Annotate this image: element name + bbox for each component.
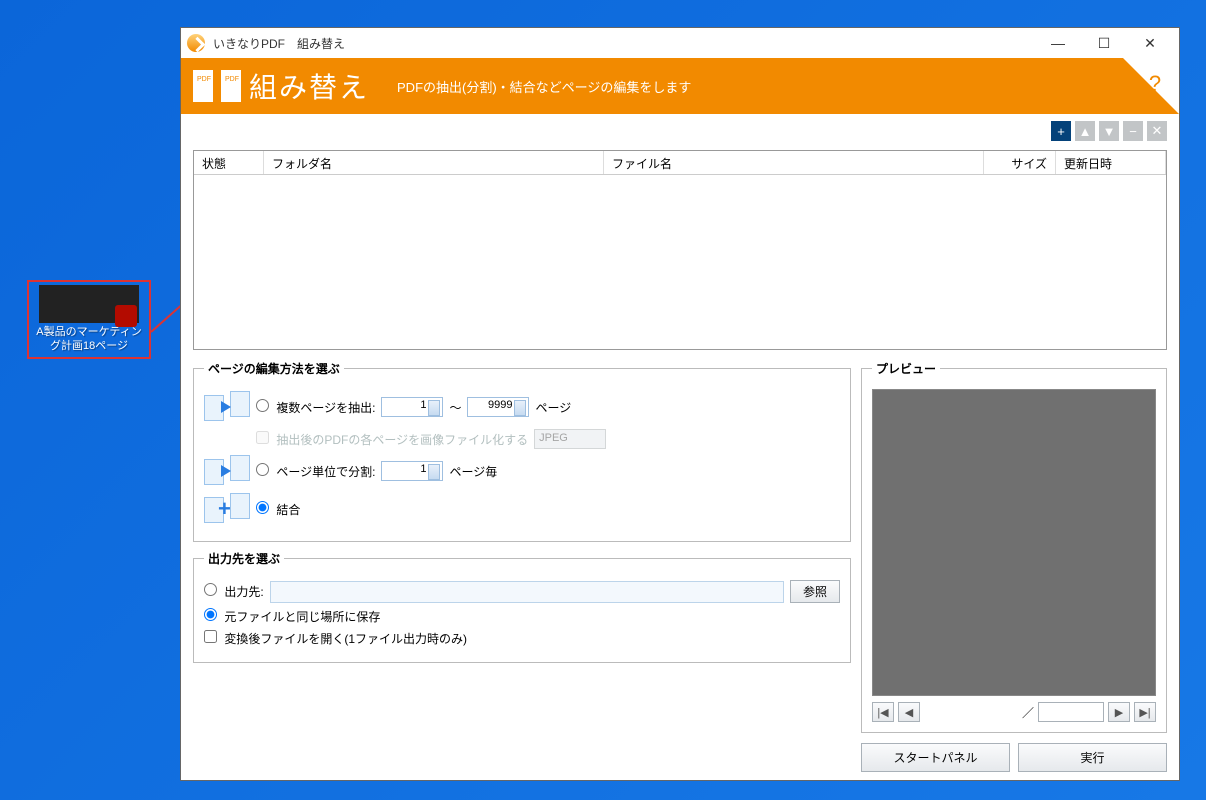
file-list-table[interactable]: 状態 フォルダ名 ファイル名 サイズ 更新日時 bbox=[193, 150, 1167, 350]
header-subtitle: PDFの抽出(分割)・結合などページの編集をします bbox=[397, 77, 691, 96]
output-group: 出力先を選ぶ 出力先: 参照 元ファイルと同じ場所に保存 変換後ファイルを開く(… bbox=[193, 550, 851, 663]
titlebar: いきなりPDF 組み替え — ☐ ✕ bbox=[181, 28, 1179, 58]
extract-from-input[interactable]: 1 bbox=[381, 397, 443, 417]
pdf-thumbnail-icon bbox=[39, 285, 139, 323]
merge-radio[interactable]: 結合 bbox=[256, 501, 300, 518]
svg-text:PDF: PDF bbox=[197, 76, 211, 83]
prev-page-button[interactable]: ◀ bbox=[898, 702, 920, 722]
minimize-button[interactable]: — bbox=[1035, 28, 1081, 58]
desktop-file-label: A製品のマーケティング計画18ページ bbox=[32, 325, 146, 354]
split-radio[interactable]: ページ単位で分割: bbox=[256, 463, 375, 480]
move-down-button[interactable]: ▼ bbox=[1099, 121, 1119, 141]
header-rearrange-icon: PDF PDF bbox=[191, 66, 243, 106]
preview-group: プレビュー |◀ ◀ ／ ▶ ▶| bbox=[861, 360, 1167, 733]
imagize-checkbox[interactable]: 抽出後のPDFの各ページを画像ファイル化する bbox=[256, 431, 528, 448]
desktop-file[interactable]: A製品のマーケティング計画18ページ bbox=[27, 280, 151, 359]
merge-icon bbox=[204, 493, 250, 525]
move-up-button[interactable]: ▲ bbox=[1075, 121, 1095, 141]
preview-nav: |◀ ◀ ／ ▶ ▶| bbox=[872, 702, 1156, 722]
header-title: 組み替え bbox=[249, 66, 369, 106]
maximize-button[interactable]: ☐ bbox=[1081, 28, 1127, 58]
split-unit: ページ毎 bbox=[449, 463, 497, 480]
browse-button[interactable]: 参照 bbox=[790, 580, 840, 603]
col-date: 更新日時 bbox=[1056, 151, 1166, 174]
table-header: 状態 フォルダ名 ファイル名 サイズ 更新日時 bbox=[194, 151, 1166, 175]
remove-file-button[interactable]: − bbox=[1123, 121, 1143, 141]
extract-radio[interactable]: 複数ページを抽出: bbox=[256, 399, 375, 416]
output-dest-radio[interactable]: 出力先: bbox=[204, 583, 264, 600]
clear-files-button[interactable]: ✕ bbox=[1147, 121, 1167, 141]
window-title: いきなりPDF 組み替え bbox=[213, 35, 345, 52]
help-icon[interactable]: ? bbox=[1143, 72, 1167, 96]
app-window: いきなりPDF 組み替え — ☐ ✕ PDF PDF 組み替え PDFの抽出(分割… bbox=[180, 27, 1180, 781]
col-folder: フォルダ名 bbox=[264, 151, 604, 174]
extract-to-input[interactable]: 9999 bbox=[467, 397, 529, 417]
header-banner: PDF PDF 組み替え PDFの抽出(分割)・結合などページの編集をします ? bbox=[181, 58, 1179, 114]
extract-icon bbox=[204, 391, 250, 423]
preview-canvas bbox=[872, 389, 1156, 696]
app-icon bbox=[187, 34, 205, 52]
svg-text:PDF: PDF bbox=[225, 76, 239, 83]
output-path-input[interactable] bbox=[270, 581, 784, 603]
page-separator: ／ bbox=[1022, 704, 1034, 721]
last-page-button[interactable]: ▶| bbox=[1134, 702, 1156, 722]
open-after-checkbox[interactable]: 変換後ファイルを開く(1ファイル出力時のみ) bbox=[204, 630, 467, 647]
close-button[interactable]: ✕ bbox=[1127, 28, 1173, 58]
output-legend: 出力先を選ぶ bbox=[204, 550, 284, 567]
col-file: ファイル名 bbox=[604, 151, 984, 174]
manual-icon[interactable] bbox=[1103, 72, 1127, 96]
image-format-select[interactable]: JPEG bbox=[534, 429, 606, 449]
next-page-button[interactable]: ▶ bbox=[1108, 702, 1130, 722]
page-number-input[interactable] bbox=[1038, 702, 1104, 722]
add-file-button[interactable]: + bbox=[1051, 121, 1071, 141]
first-page-button[interactable]: |◀ bbox=[872, 702, 894, 722]
col-size: サイズ bbox=[984, 151, 1056, 174]
edit-method-group: ページの編集方法を選ぶ 複数ページを抽出: 1 ～ 9999 ページ 抽出後のP… bbox=[193, 360, 851, 542]
edit-legend: ページの編集方法を選ぶ bbox=[204, 360, 344, 377]
split-value-input[interactable]: 1 bbox=[381, 461, 443, 481]
start-panel-button[interactable]: スタートパネル bbox=[861, 743, 1010, 772]
range-separator: ～ bbox=[449, 399, 461, 416]
output-same-radio[interactable]: 元ファイルと同じ場所に保存 bbox=[204, 608, 380, 625]
extract-unit: ページ bbox=[535, 399, 571, 416]
preview-legend: プレビュー bbox=[872, 360, 940, 377]
col-state: 状態 bbox=[194, 151, 264, 174]
run-button[interactable]: 実行 bbox=[1018, 743, 1167, 772]
file-toolbar: + ▲ ▼ − ✕ bbox=[181, 114, 1179, 144]
split-icon bbox=[204, 455, 250, 487]
